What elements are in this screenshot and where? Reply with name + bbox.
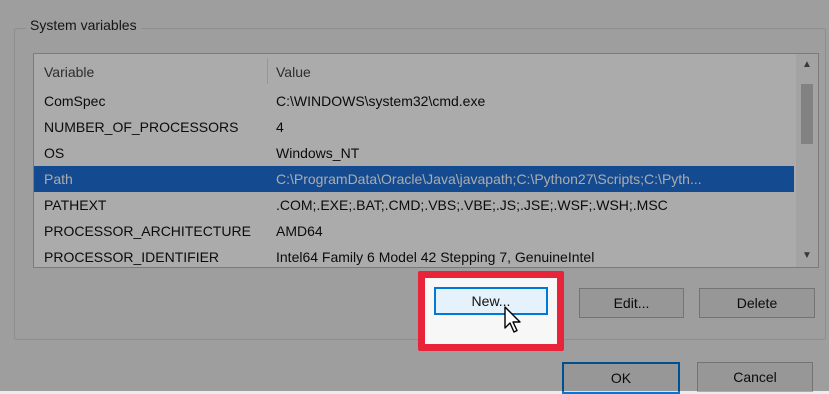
table-row[interactable]: PROCESSOR_IDENTIFIER Intel64 Family 6 Mo… (34, 244, 794, 267)
system-variables-list[interactable]: Variable Value ComSpec C:\WINDOWS\system… (33, 53, 819, 268)
variable-name: Path (44, 171, 73, 187)
new-button-highlighted[interactable]: New... (434, 287, 548, 315)
ok-button[interactable]: OK (562, 362, 680, 394)
variable-value: 4 (276, 119, 284, 135)
cancel-button[interactable]: Cancel (697, 362, 813, 392)
variable-value: Intel64 Family 6 Model 42 Stepping 7, Ge… (276, 249, 595, 265)
variable-value: Windows_NT (276, 145, 360, 161)
variable-name: PROCESSOR_ARCHITECTURE (44, 223, 251, 239)
column-header-variable[interactable]: Variable (44, 64, 94, 80)
column-separator[interactable] (267, 58, 268, 84)
table-row[interactable]: PROCESSOR_ARCHITECTURE AMD64 (34, 218, 794, 244)
system-variables-label: System variables (26, 17, 141, 33)
variable-name: NUMBER_OF_PROCESSORS (44, 119, 239, 135)
variable-value: AMD64 (276, 223, 323, 239)
scroll-up-arrow-icon[interactable]: ▲ (796, 54, 818, 76)
table-row[interactable]: OS Windows_NT (34, 140, 794, 166)
variable-value: C:\WINDOWS\system32\cmd.exe (276, 93, 486, 109)
column-header-value[interactable]: Value (276, 64, 311, 80)
delete-button[interactable]: Delete (699, 288, 815, 318)
variable-value: .COM;.EXE;.BAT;.CMD;.VBS;.VBE;.JS;.JSE;.… (276, 197, 668, 213)
mouse-pointer-icon (504, 306, 521, 333)
variable-name: OS (44, 145, 65, 161)
table-row[interactable]: PATHEXT .COM;.EXE;.BAT;.CMD;.VBS;.VBE;.J… (34, 192, 794, 218)
vertical-scrollbar[interactable]: ▲ ▼ (796, 54, 818, 267)
variable-name: PROCESSOR_IDENTIFIER (44, 249, 220, 265)
edit-button[interactable]: Edit... (579, 288, 684, 318)
list-header: Variable Value (34, 54, 794, 86)
table-row[interactable]: NUMBER_OF_PROCESSORS 4 (34, 114, 794, 140)
variable-value: C:\ProgramData\Oracle\Java\javapath;C:\P… (276, 171, 702, 187)
variable-name: ComSpec (44, 93, 106, 109)
table-row[interactable]: ComSpec C:\WINDOWS\system32\cmd.exe (34, 88, 794, 114)
scrollbar-thumb[interactable] (801, 84, 813, 144)
variable-name: PATHEXT (44, 197, 107, 213)
table-row-selected[interactable]: Path C:\ProgramData\Oracle\Java\javapath… (34, 166, 794, 192)
scroll-down-arrow-icon[interactable]: ▼ (796, 245, 818, 267)
